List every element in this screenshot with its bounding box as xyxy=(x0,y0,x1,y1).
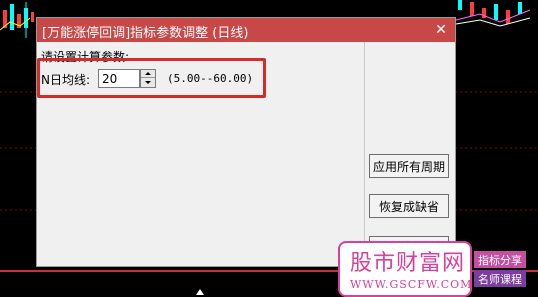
dialog-titlebar[interactable]: [万能涨停回调]指标参数调整 (日线) ✕ xyxy=(37,18,455,42)
chart-marker xyxy=(196,289,204,295)
watermark-tag-course: 名师课程 xyxy=(474,270,526,287)
watermark-logo-box: 股市财富网 WWW.GSCFW.COM xyxy=(338,241,472,297)
param-value-input[interactable] xyxy=(98,69,140,88)
close-icon[interactable]: ✕ xyxy=(433,22,449,38)
param-range: (5.00--60.00) xyxy=(167,72,254,85)
param-spinner xyxy=(140,69,156,88)
param-label: N日均线: xyxy=(41,73,91,87)
watermark-url: WWW.GSCFW.COM xyxy=(350,278,473,291)
param-row-n-day-ma: N日均线: (5.00--60.00) xyxy=(41,68,281,90)
site-watermark: 股市财富网 WWW.GSCFW.COM 指标分享 名师课程 xyxy=(338,241,538,297)
panel-divider xyxy=(364,42,365,266)
indicator-params-dialog: [万能涨停回调]指标参数调整 (日线) ✕ 请设置计算参数: N日均线: (5.… xyxy=(36,17,456,267)
dialog-title: [万能涨停回调]指标参数调整 (日线) xyxy=(42,26,249,41)
spin-down-arrow-icon[interactable] xyxy=(141,79,155,87)
spin-up-arrow-icon[interactable] xyxy=(141,70,155,78)
restore-default-button[interactable]: 恢复成缺省 xyxy=(369,194,449,218)
watermark-tag-share: 指标分享 xyxy=(474,251,526,268)
watermark-title: 股市财富网 xyxy=(350,251,466,276)
apply-all-periods-button[interactable]: 应用所有周期 xyxy=(369,154,449,178)
